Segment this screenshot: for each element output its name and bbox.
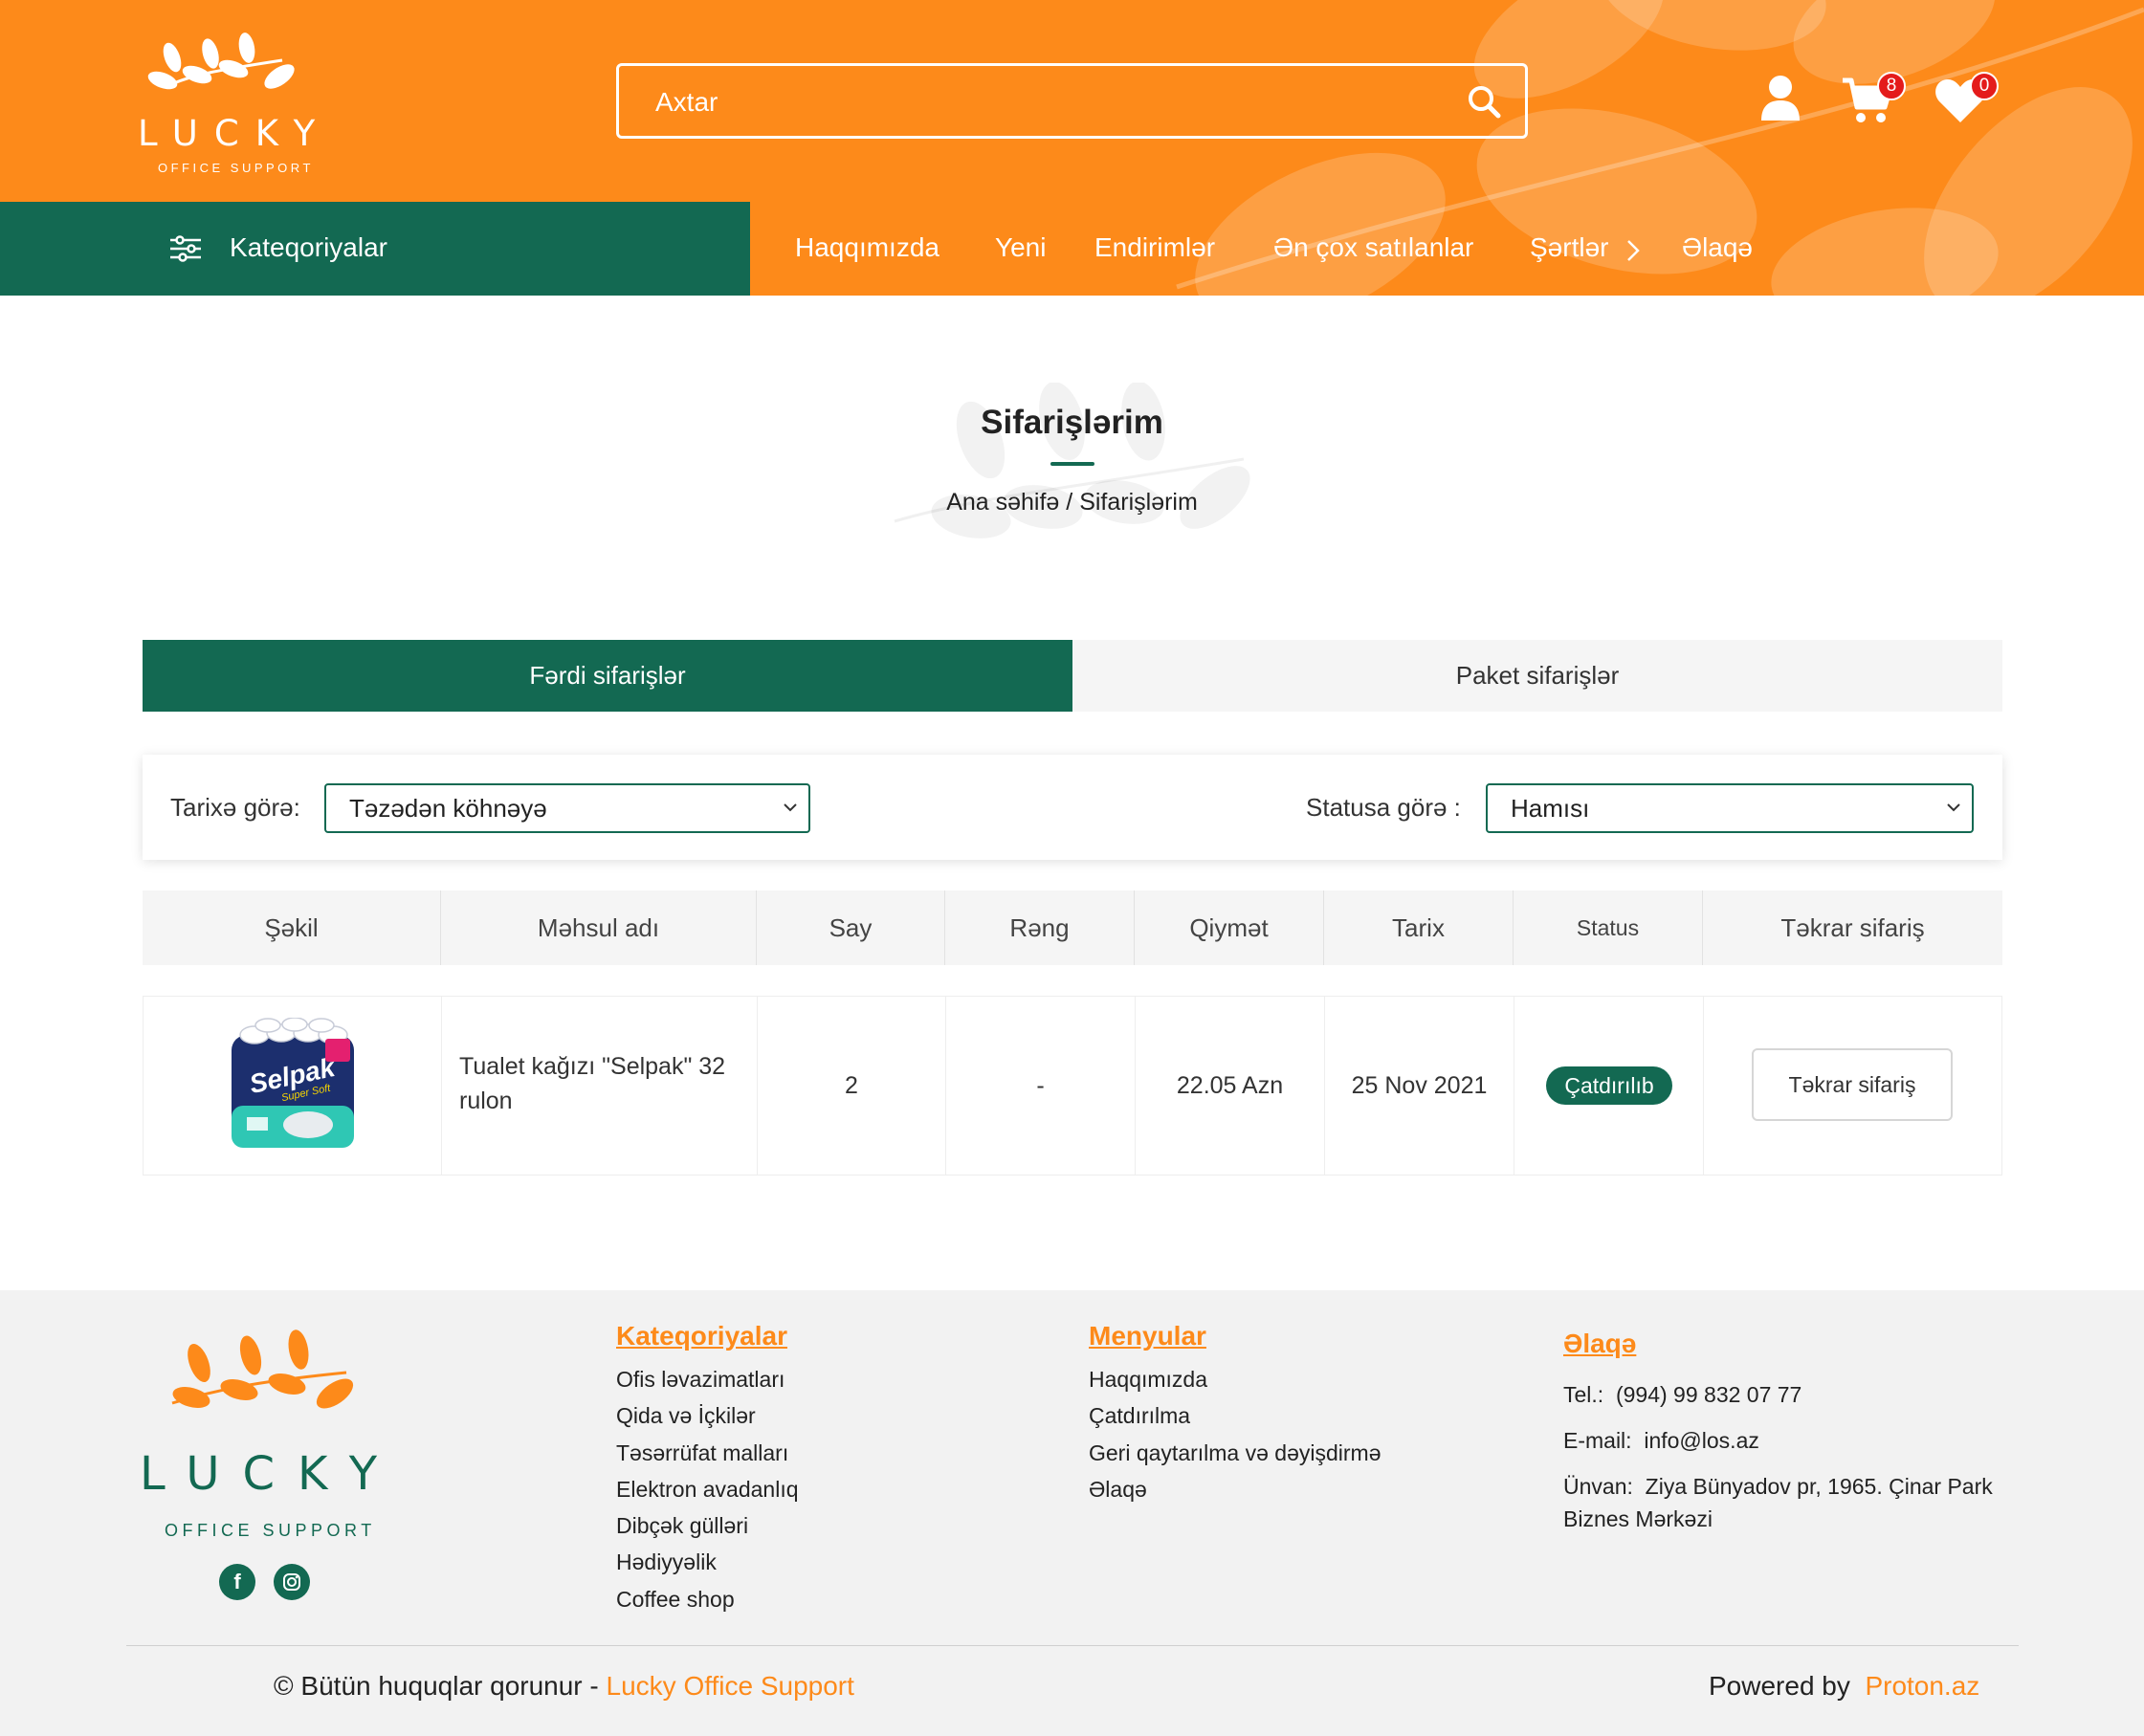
column-header-price: Qiymət <box>1135 890 1324 965</box>
search-input[interactable]: Axtar <box>616 63 1528 139</box>
phone-label: Tel.: <box>1563 1382 1604 1407</box>
nav-contact[interactable]: Əlaqə <box>1682 232 1753 263</box>
nav-about[interactable]: Haqqımızda <box>795 232 939 263</box>
price-cell: 22.05 Azn <box>1136 997 1325 1175</box>
reorder-cell: Təkrar sifariş <box>1704 997 2001 1175</box>
column-header-image: Şəkil <box>143 890 441 965</box>
breadcrumb: Ana səhifə / Sifarişlərim <box>0 489 2144 516</box>
footer-category-link[interactable]: Qida və İçkilər <box>616 1397 799 1434</box>
categories-label: Kateqoriyalar <box>230 232 387 262</box>
orders-table-header: Şəkil Məhsul adı Say Rəng Qiymət Tarix S… <box>143 890 2002 965</box>
footer-menu-link[interactable]: Geri qaytarılma və dəyişdirmə <box>1089 1435 1381 1471</box>
email-value[interactable]: info@los.az <box>1644 1428 1759 1453</box>
column-header-status: Status <box>1514 890 1703 965</box>
column-header-reorder: Təkrar sifariş <box>1780 913 1925 942</box>
title-underline <box>1050 462 1094 466</box>
footer-category-link[interactable]: Elektron avadanlıq <box>616 1471 799 1507</box>
product-image-cell: Selpak Super Soft <box>144 997 442 1175</box>
footer-categories-heading[interactable]: Kateqoriyalar <box>616 1321 787 1351</box>
facebook-icon[interactable]: f <box>219 1564 255 1600</box>
phone-value[interactable]: (994) 99 832 07 77 <box>1616 1382 1801 1407</box>
powered-brand-link[interactable]: Proton.az <box>1865 1671 1979 1701</box>
table-row: Selpak Super Soft Tualet kağızı "Selpak"… <box>143 996 2002 1176</box>
site-header: LUCKY OFFICE SUPPORT Axtar 8 0 Kateqoriy… <box>0 0 2144 296</box>
chevron-down-icon <box>784 803 797 812</box>
email-label: E-mail: <box>1563 1428 1632 1453</box>
breadcrumb-separator: / <box>1066 489 1073 516</box>
footer-menu-link[interactable]: Əlaqə <box>1089 1471 1381 1507</box>
date-sort-value: Təzədən köhnəyə <box>349 794 547 823</box>
footer-menu-link[interactable]: Haqqımızda <box>1089 1361 1381 1397</box>
categories-menu-button[interactable]: Kateqoriyalar <box>0 202 750 296</box>
footer-divider <box>126 1645 2019 1646</box>
status-filter-label: Statusa görə : <box>1306 793 1461 822</box>
breadcrumb-current: Sifarişlərim <box>1079 489 1198 516</box>
column-header-color: Rəng <box>945 890 1135 965</box>
chevron-right-icon <box>1627 240 1640 261</box>
column-header-date: Tarix <box>1324 890 1514 965</box>
footer-category-link[interactable]: Ofis ləvazimatları <box>616 1361 799 1397</box>
nav-new[interactable]: Yeni <box>995 232 1046 263</box>
status-filter-value: Hamısı <box>1511 794 1590 823</box>
powered-by: Powered by Proton.az <box>1709 1671 1979 1702</box>
status-badge: Çatdırılıb <box>1546 1066 1672 1105</box>
brand-name[interactable]: LUCKY <box>138 113 331 154</box>
search-placeholder: Axtar <box>655 87 718 117</box>
reorder-button[interactable]: Təkrar sifariş <box>1752 1048 1953 1121</box>
footer-brand-leaves-logo <box>171 1329 354 1409</box>
product-name-cell: Tualet kağızı "Selpak" 32 rulon <box>442 997 758 1175</box>
footer-category-link[interactable]: Hədiyyəlik <box>616 1544 799 1580</box>
nav-discounts[interactable]: Endirimlər <box>1094 232 1215 263</box>
nav-bestsellers[interactable]: Ən çox satılanlar <box>1273 232 1473 263</box>
powered-text: Powered by <box>1709 1671 1850 1701</box>
wishlist-count-badge: 0 <box>1970 72 1999 100</box>
footer-phone: Tel.: (994) 99 832 07 77 <box>1563 1378 1801 1411</box>
footer-menu-link[interactable]: Çatdırılma <box>1089 1397 1381 1434</box>
nav-terms[interactable]: Şərtlər <box>1530 232 1608 263</box>
search-icon[interactable] <box>1466 83 1502 120</box>
tab-package-orders[interactable]: Paket sifarişlər <box>1072 640 2002 712</box>
user-icon[interactable] <box>1760 75 1801 122</box>
footer-category-link[interactable]: Dibçək gülləri <box>616 1507 799 1544</box>
product-name[interactable]: Tualet kağızı "Selpak" 32 rulon <box>459 1053 725 1114</box>
quantity-cell: 2 <box>758 997 946 1175</box>
site-footer: LUCKY OFFICE SUPPORT f Kateqoriyalar Ofi… <box>0 1290 2144 1736</box>
footer-category-link[interactable]: Təsərrüfat malları <box>616 1435 799 1471</box>
breadcrumb-home[interactable]: Ana səhifə <box>946 489 1059 516</box>
status-filter-select[interactable]: Hamısı <box>1486 783 1974 833</box>
column-header-product: Məhsul adı <box>441 890 757 965</box>
color-cell: - <box>946 997 1136 1175</box>
footer-brand-tagline: OFFICE SUPPORT <box>165 1521 376 1540</box>
tab-individual-orders[interactable]: Fərdi sifarişlər <box>143 640 1072 712</box>
brand-leaves-logo <box>147 33 295 90</box>
footer-category-link[interactable]: Coffee shop <box>616 1581 799 1617</box>
footer-address: Ünvan: Ziya Bünyadov pr, 1965. Çinar Par… <box>1563 1470 2013 1535</box>
product-image[interactable]: Selpak Super Soft <box>226 1018 360 1154</box>
footer-contact-heading[interactable]: Əlaqə <box>1563 1329 1636 1359</box>
footer-menus-list: Haqqımızda Çatdırılma Geri qaytarılma və… <box>1089 1361 1381 1507</box>
instagram-icon[interactable] <box>274 1564 310 1600</box>
date-filter-label: Tarixə görə: <box>170 793 300 822</box>
cart-count-badge: 8 <box>1877 72 1906 100</box>
copyright: © Bütün huquqlar qorunur - Lucky Office … <box>274 1671 854 1702</box>
chevron-down-icon <box>1947 803 1960 812</box>
copyright-brand-link[interactable]: Lucky Office Support <box>607 1671 854 1701</box>
date-sort-select[interactable]: Təzədən köhnəyə <box>324 783 810 833</box>
copyright-text: © Bütün huquqlar qorunur - <box>274 1671 599 1701</box>
brand-tagline: OFFICE SUPPORT <box>158 161 314 175</box>
footer-email: E-mail: info@los.az <box>1563 1424 1759 1457</box>
filter-bar: Tarixə görə: Təzədən köhnəyə Statusa gör… <box>143 755 2002 860</box>
footer-categories-list: Ofis ləvazimatları Qida və İçkilər Təsər… <box>616 1361 799 1617</box>
footer-menus-heading[interactable]: Menyular <box>1089 1321 1206 1351</box>
address-label: Ünvan: <box>1563 1474 1633 1499</box>
filter-sliders-icon <box>170 235 201 262</box>
page-title: Sifarişlərim <box>981 404 1163 441</box>
column-header-qty: Say <box>757 890 945 965</box>
footer-brand-name: LUCKY <box>140 1447 401 1501</box>
date-cell: 25 Nov 2021 <box>1325 997 1514 1175</box>
status-cell: Çatdırılıb <box>1514 997 1704 1175</box>
